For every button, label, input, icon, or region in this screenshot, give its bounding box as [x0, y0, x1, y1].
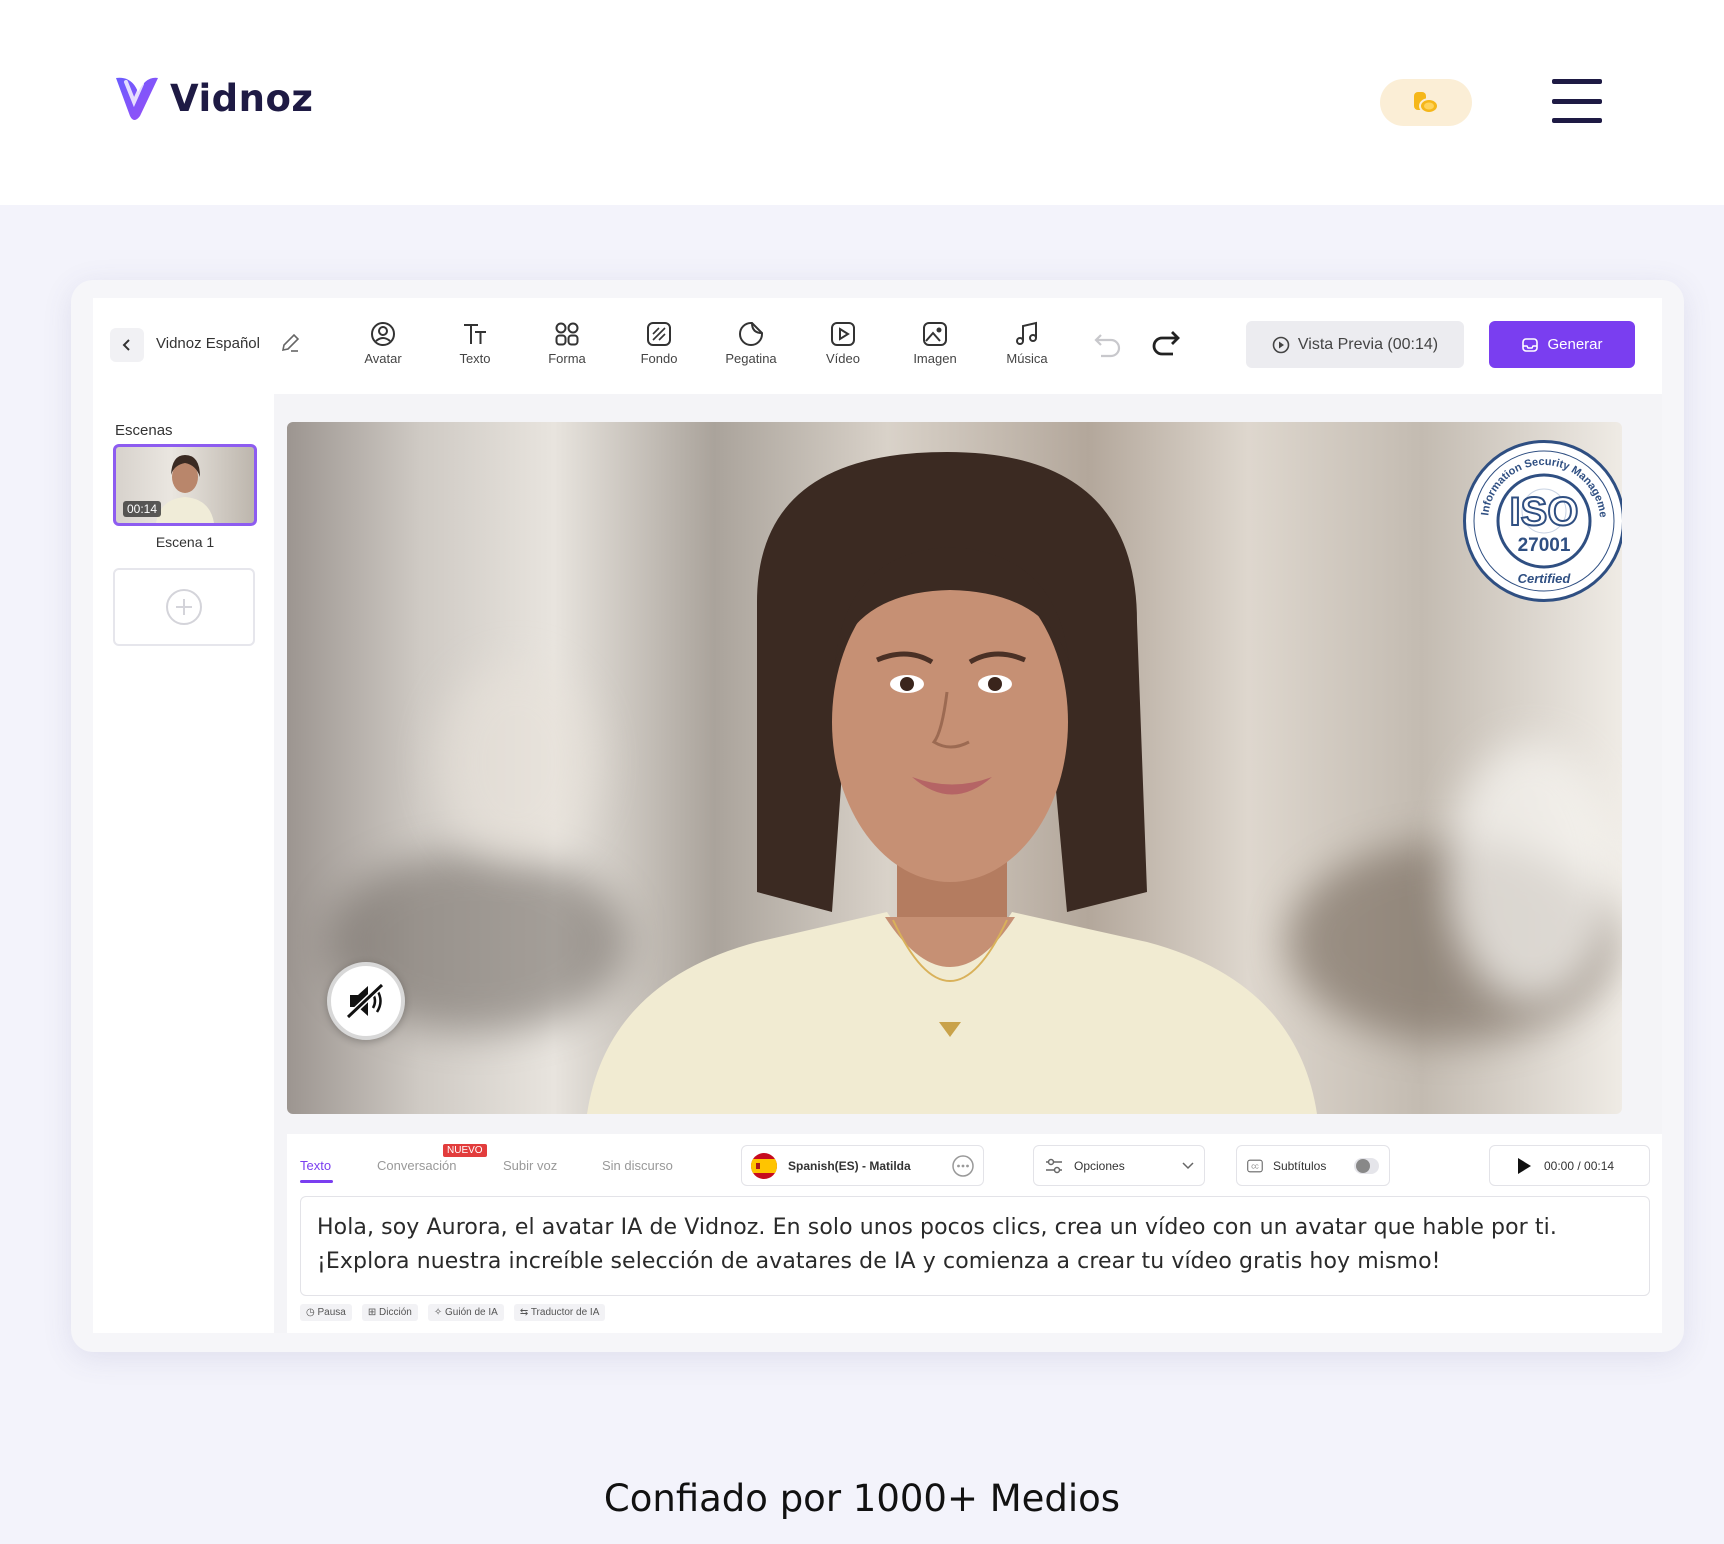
svg-text:CC: CC: [1251, 1164, 1259, 1170]
subtitles-label: Subtítulos: [1272, 1158, 1327, 1173]
generate-label: Generar: [1547, 336, 1603, 353]
ai-translator-chip[interactable]: ⇆ Traductor de IA: [513, 1304, 606, 1321]
playback-time: 00:00 / 00:14: [1544, 1158, 1615, 1173]
tab-subir-voz[interactable]: Subir voz: [503, 1158, 557, 1173]
vidnoz-logo[interactable]: Vidnoz: [112, 72, 313, 124]
generate-icon: [1522, 337, 1539, 352]
subtitles-toggle[interactable]: [1354, 1157, 1379, 1174]
avatar-presenter: [587, 452, 1317, 1114]
iso-certified-text: Certified: [1518, 571, 1572, 586]
scene-thumbnail[interactable]: 00:14: [113, 444, 257, 526]
avatar-icon: [371, 322, 395, 346]
video-icon: [831, 322, 855, 346]
site-header: Vidnoz: [0, 0, 1724, 205]
logo-text: Vidnoz: [170, 76, 314, 120]
tool-label: Avatar: [364, 351, 402, 366]
scene-label: Escena 1: [155, 534, 215, 550]
sliders-icon: [1046, 1158, 1062, 1173]
editor-preview-card: Vidnoz Español Avatar Texto Forma Fondo …: [71, 280, 1684, 1352]
mute-button[interactable]: [327, 962, 405, 1040]
shape-icon: [555, 322, 579, 346]
back-button[interactable]: [110, 328, 144, 362]
editor-window: Vidnoz Español Avatar Texto Forma Fondo …: [93, 298, 1662, 1333]
project-name[interactable]: Vidnoz Español: [156, 335, 260, 352]
trusted-by-heading: Confiado por 1000+ Medios: [603, 1477, 1121, 1520]
edit-pencil-icon[interactable]: [279, 332, 301, 354]
preview-label: Vista Previa (00:14): [1297, 335, 1439, 353]
voice-name: Spanish(ES) - Matilda: [788, 1158, 911, 1173]
options-label: Opciones: [1074, 1158, 1125, 1173]
editor-toolbar: Vidnoz Español Avatar Texto Forma Fondo …: [93, 298, 1662, 394]
hamburger-menu-icon[interactable]: [1552, 79, 1602, 123]
tool-label: Fondo: [640, 351, 678, 366]
tool-label: Texto: [459, 351, 491, 366]
scenes-panel: Escenas 00:14 Escena 1: [93, 394, 274, 1333]
tool-shape[interactable]: Forma: [532, 320, 602, 366]
closed-captions-icon: CC: [1247, 1159, 1263, 1172]
image-icon: [923, 322, 947, 346]
chevron-down-icon: [1182, 1161, 1194, 1169]
tool-label: Imagen: [913, 351, 957, 366]
speaker-muted-icon: [345, 982, 385, 1020]
tool-text[interactable]: Texto: [440, 320, 510, 366]
tool-video[interactable]: Vídeo: [808, 320, 878, 366]
chip-label: Traductor de IA: [530, 1307, 600, 1318]
new-badge: NUEVO: [443, 1144, 487, 1157]
script-tools: ◷ Pausa ⊞ Dicción ✧ Guión de IA ⇆ Traduc…: [300, 1304, 606, 1321]
diction-chip[interactable]: ⊞ Dicción: [361, 1304, 418, 1321]
script-textarea[interactable]: Hola, soy Aurora, el avatar IA de Vidnoz…: [300, 1196, 1650, 1296]
tab-texto[interactable]: Texto: [300, 1158, 331, 1173]
scenes-title: Escenas: [115, 422, 173, 439]
plus-circle-icon: [166, 589, 202, 625]
subtitles-control: CC Subtítulos: [1236, 1145, 1390, 1186]
coins-icon: [1414, 91, 1439, 114]
tool-sticker[interactable]: Pegatina: [716, 320, 786, 366]
generate-button[interactable]: Generar: [1489, 321, 1635, 368]
sticker-icon: [739, 322, 763, 346]
tool-label: Pegatina: [725, 351, 777, 366]
tab-sin-discurso[interactable]: Sin discurso: [602, 1158, 673, 1173]
vidnoz-logo-icon: [116, 77, 158, 120]
tool-background[interactable]: Fondo: [624, 320, 694, 366]
iso-main-text: ISO: [1510, 490, 1579, 534]
scene-duration: 00:14: [123, 501, 162, 517]
more-options-icon[interactable]: [951, 1154, 975, 1178]
ai-script-chip[interactable]: ✧ Guión de IA: [427, 1304, 504, 1321]
voice-selector[interactable]: Spanish(ES) - Matilda: [741, 1145, 984, 1186]
audio-player: 00:00 / 00:14: [1489, 1145, 1650, 1186]
iso-number: 27001: [1518, 535, 1571, 556]
chip-label: Pausa: [317, 1307, 346, 1318]
add-scene-button[interactable]: [113, 568, 255, 646]
options-dropdown[interactable]: Opciones: [1033, 1145, 1205, 1186]
chip-label: Dicción: [379, 1307, 412, 1318]
text-icon: [464, 324, 486, 344]
tool-label: Vídeo: [826, 351, 860, 366]
spain-flag-icon: [751, 1152, 777, 1179]
chevron-left-icon: [122, 339, 130, 351]
music-icon: [1016, 321, 1037, 345]
preview-button[interactable]: Vista Previa (00:14): [1246, 321, 1464, 368]
coins-button[interactable]: [1380, 79, 1472, 126]
play-circle-icon: [1272, 336, 1290, 353]
background-icon: [647, 322, 671, 346]
tab-conversacion[interactable]: Conversación: [377, 1158, 457, 1173]
tool-label: Música: [1006, 351, 1048, 366]
iso-seal: Information Security Management System I…: [1461, 434, 1615, 592]
script-panel: Texto Conversación NUEVO Subir voz Sin d…: [287, 1134, 1662, 1333]
play-icon[interactable]: [1516, 1157, 1532, 1175]
tool-avatar[interactable]: Avatar: [348, 320, 418, 366]
tool-label: Forma: [548, 351, 586, 366]
tool-image[interactable]: Imagen: [900, 320, 970, 366]
chip-label: Guión de IA: [445, 1307, 498, 1318]
pause-chip[interactable]: ◷ Pausa: [300, 1304, 352, 1321]
video-canvas[interactable]: Information Security Management System I…: [287, 422, 1622, 1114]
undo-icon[interactable]: [1091, 332, 1123, 358]
redo-icon[interactable]: [1149, 330, 1183, 358]
iso-certified-badge: Information Security Management System I…: [1461, 434, 1622, 602]
active-tab-indicator: [300, 1180, 333, 1183]
tool-music[interactable]: Música: [992, 320, 1062, 366]
